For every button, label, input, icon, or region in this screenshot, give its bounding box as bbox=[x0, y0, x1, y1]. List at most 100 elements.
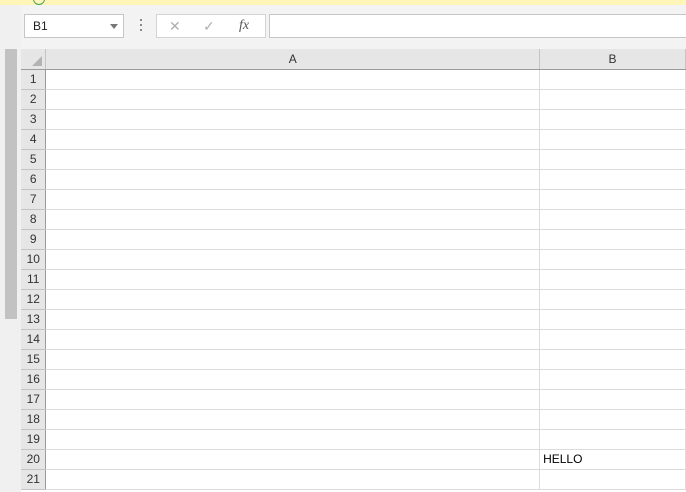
row-header[interactable]: 11 bbox=[21, 269, 47, 290]
formula-bar: B1 ✕ ✓ fx bbox=[21, 5, 686, 49]
cell-b1[interactable] bbox=[539, 69, 686, 90]
spreadsheet-grid: A B 1 2 3 4 5 6 7 8 9 10 11 12 13 14 15 16 17 18 19 20 HELLO… bbox=[21, 49, 686, 492]
table-row: 11 bbox=[21, 269, 686, 290]
cell-b4[interactable] bbox=[539, 129, 686, 150]
cell-a14[interactable] bbox=[45, 329, 541, 350]
cell-b16[interactable] bbox=[539, 369, 686, 390]
table-row: 12 bbox=[21, 289, 686, 310]
cell-b5[interactable] bbox=[539, 149, 686, 170]
table-row: 18 bbox=[21, 409, 686, 430]
table-row: 15 bbox=[21, 349, 686, 370]
cell-a12[interactable] bbox=[45, 289, 541, 310]
cell-a16[interactable] bbox=[45, 369, 541, 390]
cell-a21[interactable] bbox=[45, 469, 541, 490]
cell-a3[interactable] bbox=[45, 109, 541, 130]
row-header[interactable]: 19 bbox=[21, 429, 47, 450]
row-header[interactable]: 7 bbox=[21, 189, 47, 210]
row-header[interactable]: 4 bbox=[21, 129, 47, 150]
formula-actions: ✕ ✓ fx bbox=[156, 14, 266, 38]
cell-a19[interactable] bbox=[45, 429, 541, 450]
cell-b20[interactable]: HELLO bbox=[539, 449, 686, 470]
cell-b15[interactable] bbox=[539, 349, 686, 370]
chevron-down-icon[interactable] bbox=[110, 24, 118, 29]
table-row: 20 HELLO bbox=[21, 449, 686, 470]
row-header[interactable]: 1 bbox=[21, 69, 47, 90]
name-box-value: B1 bbox=[33, 19, 48, 33]
insert-function-icon[interactable]: fx bbox=[239, 17, 249, 35]
row-header[interactable]: 14 bbox=[21, 329, 47, 350]
table-row: 6 bbox=[21, 169, 686, 190]
row-header[interactable]: 2 bbox=[21, 89, 47, 110]
table-row: 9 bbox=[21, 229, 686, 250]
sheet-table: A B 1 2 3 4 5 6 7 8 9 10 11 12 13 14 15 16 17 18 19 20 HELLO… bbox=[21, 49, 686, 490]
cell-a15[interactable] bbox=[45, 349, 541, 370]
cancel-icon[interactable]: ✕ bbox=[169, 17, 181, 35]
cell-a20[interactable] bbox=[45, 449, 541, 470]
row-header[interactable]: 5 bbox=[21, 149, 47, 170]
table-row: 16 bbox=[21, 369, 686, 390]
cell-b8[interactable] bbox=[539, 209, 686, 230]
cell-a1[interactable] bbox=[45, 69, 541, 90]
table-row: 1 bbox=[21, 69, 686, 90]
table-row: 10 bbox=[21, 249, 686, 270]
cell-b10[interactable] bbox=[539, 249, 686, 270]
cell-a6[interactable] bbox=[45, 169, 541, 190]
name-box[interactable]: B1 bbox=[24, 14, 124, 38]
cell-a11[interactable] bbox=[45, 269, 541, 290]
formula-input[interactable] bbox=[269, 14, 686, 38]
row-header[interactable]: 17 bbox=[21, 389, 47, 410]
row-header[interactable]: 8 bbox=[21, 209, 47, 230]
table-row: 2 bbox=[21, 89, 686, 110]
select-all-corner[interactable] bbox=[21, 49, 47, 70]
row-header[interactable]: 13 bbox=[21, 309, 47, 330]
column-header-b[interactable]: B bbox=[539, 49, 686, 70]
cell-a17[interactable] bbox=[45, 389, 541, 410]
row-header[interactable]: 18 bbox=[21, 409, 47, 430]
drag-handle-icon[interactable] bbox=[140, 19, 143, 33]
row-header[interactable]: 10 bbox=[21, 249, 47, 270]
cell-a9[interactable] bbox=[45, 229, 541, 250]
row-header[interactable]: 3 bbox=[21, 109, 47, 130]
table-row: 3 bbox=[21, 109, 686, 130]
table-row: 19 bbox=[21, 429, 686, 450]
table-row: 14 bbox=[21, 329, 686, 350]
cell-b13[interactable] bbox=[539, 309, 686, 330]
column-header-a[interactable]: A bbox=[45, 49, 541, 70]
row-header[interactable]: 20 bbox=[21, 449, 47, 470]
cell-b14[interactable] bbox=[539, 329, 686, 350]
cell-b3[interactable] bbox=[539, 109, 686, 130]
cell-b2[interactable] bbox=[539, 89, 686, 110]
cell-a18[interactable] bbox=[45, 409, 541, 430]
table-row: 17 bbox=[21, 389, 686, 410]
cell-b18[interactable] bbox=[539, 409, 686, 430]
cell-b21[interactable] bbox=[539, 469, 686, 490]
cell-a13[interactable] bbox=[45, 309, 541, 330]
table-row: 21 bbox=[21, 469, 686, 490]
row-header[interactable]: 12 bbox=[21, 289, 47, 310]
row-header[interactable]: 16 bbox=[21, 369, 47, 390]
enter-icon[interactable]: ✓ bbox=[203, 17, 215, 35]
cell-a8[interactable] bbox=[45, 209, 541, 230]
table-row: 13 bbox=[21, 309, 686, 330]
cell-a2[interactable] bbox=[45, 89, 541, 110]
cell-b9[interactable] bbox=[539, 229, 686, 250]
cell-b7[interactable] bbox=[539, 189, 686, 210]
cell-b12[interactable] bbox=[539, 289, 686, 310]
table-row: 7 bbox=[21, 189, 686, 210]
row-header[interactable]: 21 bbox=[21, 469, 47, 490]
table-row: 4 bbox=[21, 129, 686, 150]
cell-b11[interactable] bbox=[539, 269, 686, 290]
table-row: 5 bbox=[21, 149, 686, 170]
row-header[interactable]: 15 bbox=[21, 349, 47, 370]
cell-a5[interactable] bbox=[45, 149, 541, 170]
cell-b17[interactable] bbox=[539, 389, 686, 410]
row-header[interactable]: 9 bbox=[21, 229, 47, 250]
table-row: 8 bbox=[21, 209, 686, 230]
cell-b19[interactable] bbox=[539, 429, 686, 450]
cell-a4[interactable] bbox=[45, 129, 541, 150]
cell-a7[interactable] bbox=[45, 189, 541, 210]
cell-a10[interactable] bbox=[45, 249, 541, 270]
cell-b6[interactable] bbox=[539, 169, 686, 190]
left-scrollbar[interactable] bbox=[5, 49, 17, 319]
row-header[interactable]: 6 bbox=[21, 169, 47, 190]
